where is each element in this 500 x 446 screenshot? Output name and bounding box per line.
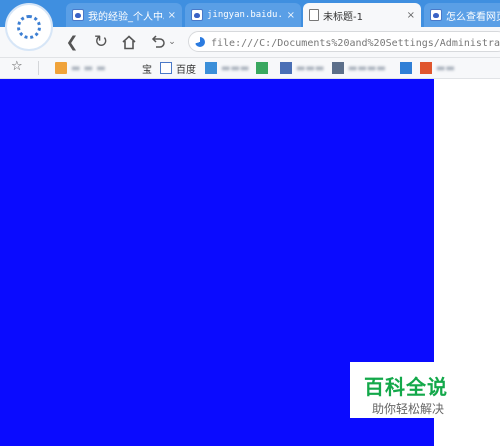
tab-label: 怎么查看网页 <box>446 11 500 23</box>
bookmark-item[interactable]: ▬▬▬▬ <box>332 60 386 76</box>
bookmark-item[interactable]: ▬▬▬ <box>205 60 249 76</box>
home-icon[interactable] <box>119 33 139 51</box>
bookmark-icon <box>420 62 432 74</box>
back-icon[interactable]: ❮ <box>62 33 82 51</box>
document-icon <box>309 9 319 21</box>
divider <box>38 61 39 75</box>
bookmark-label: 宝 <box>142 64 152 76</box>
address-text: file:///C:/Documents%20and%20Settings/Ad… <box>211 38 500 49</box>
baidu-paw-icon <box>430 9 442 21</box>
close-icon[interactable]: × <box>168 10 176 21</box>
bookmark-label: 百度 <box>176 64 196 76</box>
browser-logo-button[interactable] <box>5 3 53 51</box>
tab-my-experience[interactable]: 我的经验_个人中心 × <box>66 3 182 27</box>
tab-how-to-view[interactable]: 怎么查看网页 <box>424 3 500 27</box>
navigation-toolbar: ❮ ↻ ⌄ file:///C:/Documents%20and%20Setti… <box>0 27 500 58</box>
baidu-paw-icon <box>72 9 84 21</box>
star-icon[interactable]: ☆ <box>11 59 23 74</box>
tab-untitled[interactable]: 未标题-1 × <box>303 3 421 27</box>
bookmark-item[interactable]: ▬▬▬ <box>280 60 324 76</box>
baidu-paw-icon <box>191 9 203 21</box>
close-icon[interactable]: × <box>407 10 415 21</box>
bookmark-item[interactable] <box>400 60 416 76</box>
bookmark-icon <box>332 62 344 74</box>
bookmark-icon <box>400 62 412 74</box>
browser-logo-icon <box>17 15 41 39</box>
bookmark-icon <box>280 62 292 74</box>
watermark: 百科全说 助你轻松解决 <box>350 362 463 418</box>
bookmark-item[interactable]: 宝 <box>142 60 152 76</box>
chevron-down-icon[interactable]: ⌄ <box>162 33 182 51</box>
tab-strip: 我的经验_个人中心 × jingyan.baidu.com × 未标题-1 × … <box>0 0 500 27</box>
tab-label: 我的经验_个人中心 <box>88 11 164 23</box>
tab-jingyan[interactable]: jingyan.baidu.com × <box>185 3 301 27</box>
bookmark-item[interactable]: ▬ ▬ ▬ <box>55 60 141 76</box>
page-icon <box>195 36 205 47</box>
bookmark-icon <box>205 62 217 74</box>
bookmark-icon <box>256 62 268 74</box>
bookmark-baidu[interactable]: 百度 <box>160 60 196 76</box>
refresh-icon[interactable]: ↻ <box>91 32 111 52</box>
bookmark-item[interactable]: ▬▬ <box>420 60 455 76</box>
address-bar[interactable]: file:///C:/Documents%20and%20Settings/Ad… <box>188 31 500 52</box>
bookmark-item[interactable] <box>256 60 272 76</box>
baidu-paw-icon <box>160 62 172 74</box>
bookmarks-bar: ☆ ▬ ▬ ▬ 宝 百度 ▬▬▬ ▬▬▬ ▬▬▬▬ ▬▬ <box>0 58 500 79</box>
tab-label: jingyan.baidu.com <box>207 10 283 20</box>
close-icon[interactable]: × <box>287 10 295 21</box>
watermark-subtitle: 助你轻松解决 <box>372 402 445 416</box>
watermark-title: 百科全说 <box>364 375 448 399</box>
bookmark-folder-icon <box>55 62 67 74</box>
tab-label: 未标题-1 <box>323 11 363 23</box>
